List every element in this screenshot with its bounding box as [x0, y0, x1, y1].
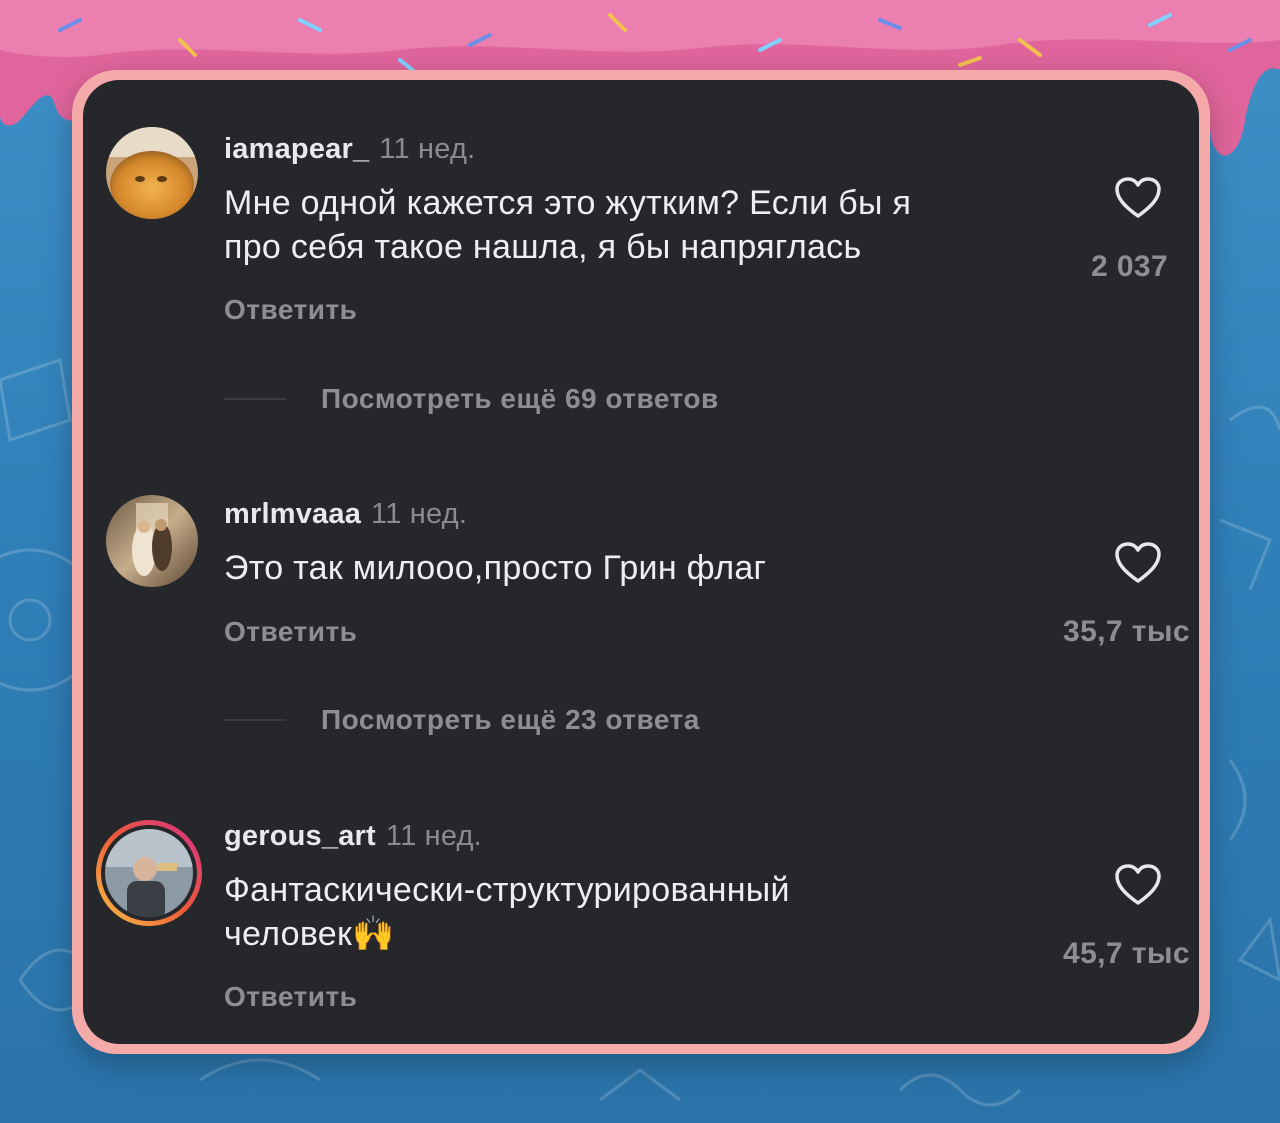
- story-ring-avatar[interactable]: [93, 817, 205, 929]
- username-text[interactable]: gerous_art: [224, 820, 376, 852]
- comment-time: 11 нед.: [385, 820, 482, 852]
- comment-username[interactable]: mrlmvaaa 11 нед.: [224, 498, 467, 531]
- comment-line: Фантаскически-структурированный: [224, 871, 790, 909]
- thread-line: [224, 719, 286, 721]
- comment-text: Мне одной кажется это жутким? Если бы я …: [224, 181, 911, 269]
- avatar-person-image: [96, 820, 202, 926]
- avatar-couple-image: [106, 495, 198, 587]
- heart-outline-icon[interactable]: [1114, 541, 1162, 585]
- reply-button[interactable]: Ответить: [224, 981, 357, 1013]
- avatar-cat-image: [106, 127, 198, 219]
- comment-time: 11 нед.: [379, 133, 476, 165]
- username-text[interactable]: iamapear_: [224, 133, 369, 165]
- comment-line: человек🙌: [224, 912, 790, 956]
- comment-username[interactable]: gerous_art 11 нед.: [224, 820, 482, 853]
- comment-line-text: человек: [224, 915, 353, 953]
- comments-card: iamapear_ 11 нед. Мне одной кажется это ж…: [83, 80, 1199, 1044]
- raising-hands-emoji: 🙌: [352, 915, 395, 953]
- comment-username[interactable]: iamapear_ 11 нед.: [224, 133, 475, 166]
- view-more-replies-button[interactable]: Посмотреть ещё 23 ответа: [321, 704, 700, 736]
- like-count: 35,7 тыс: [1063, 615, 1190, 648]
- thread-line: [224, 398, 286, 400]
- like-count: 45,7 тыс: [1063, 937, 1190, 970]
- comment-line: Это так милооо,просто Грин флаг: [224, 549, 767, 587]
- reply-button[interactable]: Ответить: [224, 294, 357, 326]
- avatar[interactable]: [106, 127, 198, 219]
- like-count: 2 037: [1091, 250, 1169, 283]
- reply-button[interactable]: Ответить: [224, 616, 357, 648]
- heart-outline-icon[interactable]: [1114, 176, 1162, 220]
- username-text[interactable]: mrlmvaaa: [224, 498, 361, 530]
- comment-line: Мне одной кажется это жутким? Если бы я: [224, 184, 912, 222]
- comment-time: 11 нед.: [371, 498, 468, 530]
- comment-text: Фантаскически-структурированный человек🙌: [224, 868, 790, 956]
- comment-line: про себя такое нашла, я бы напряглась: [224, 228, 862, 266]
- comment-text: Это так милооо,просто Грин флаг: [224, 546, 766, 590]
- avatar[interactable]: [106, 495, 198, 587]
- view-more-replies-button[interactable]: Посмотреть ещё 69 ответов: [321, 383, 719, 415]
- heart-outline-icon[interactable]: [1114, 863, 1162, 907]
